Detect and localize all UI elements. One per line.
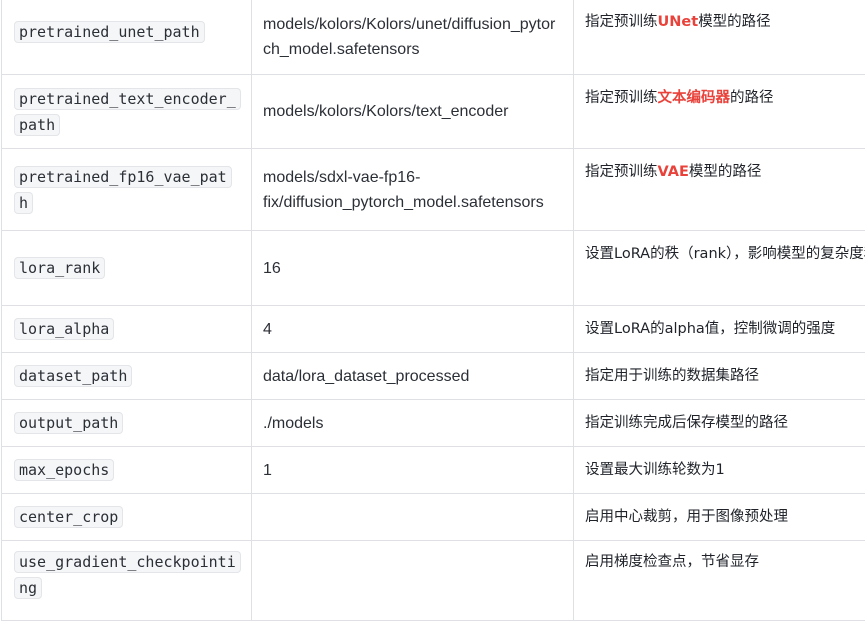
description-text: 模型的路径 — [698, 14, 771, 30]
description-text: 模型的路径 — [689, 164, 762, 180]
description-cell: 启用中心裁剪，用于图像预处理 — [574, 494, 865, 541]
param-value: 1 — [263, 462, 272, 479]
description-cell: 指定用于训练的数据集路径 — [574, 353, 865, 400]
description-text: 指定预训练 — [585, 164, 658, 180]
description-text: 启用中心裁剪，用于图像预处理 — [585, 509, 788, 525]
value-cell: 16 — [252, 231, 574, 306]
value-cell: data/lora_dataset_processed — [252, 353, 574, 400]
table-row: lora_alpha 4 设置LoRA的alpha值，控制微调的强度 — [2, 306, 865, 353]
description-text: 设置LoRA的秩（rank），影响模型的复杂度和性能 — [585, 241, 865, 268]
param-name: use_gradient_checkpointing — [14, 551, 241, 599]
param-value: data/lora_dataset_processed — [263, 368, 469, 385]
param-name: lora_alpha — [14, 318, 114, 340]
param-name: pretrained_text_encoder_path — [14, 88, 241, 136]
description-text: 指定用于训练的数据集路径 — [585, 368, 759, 384]
param-value: 4 — [263, 321, 272, 338]
value-cell — [252, 494, 574, 541]
value-cell: models/kolors/Kolors/unet/diffusion_pyto… — [252, 0, 574, 75]
param-cell: output_path — [2, 400, 252, 447]
param-value: models/kolors/Kolors/text_encoder — [263, 103, 508, 120]
description-cell: 指定预训练UNet模型的路径 — [574, 0, 865, 75]
table-row: dataset_path data/lora_dataset_processed… — [2, 353, 865, 400]
value-cell — [252, 541, 574, 621]
description-cell: 启用梯度检查点，节省显存 — [574, 541, 865, 621]
param-cell: max_epochs — [2, 447, 252, 494]
param-cell: pretrained_unet_path — [2, 0, 252, 75]
description-text: 设置LoRA的alpha值，控制微调的强度 — [585, 321, 835, 337]
param-cell: center_crop — [2, 494, 252, 541]
description-cell: 指定预训练文本编码器的路径 — [574, 75, 865, 149]
description-cell: 设置LoRA的alpha值，控制微调的强度 — [574, 306, 865, 353]
table-row: lora_rank 16 设置LoRA的秩（rank），影响模型的复杂度和性能 — [2, 231, 865, 306]
description-text: 指定预训练 — [585, 90, 658, 106]
param-name: pretrained_unet_path — [14, 21, 205, 43]
description-text: 启用梯度检查点，节省显存 — [585, 554, 759, 570]
value-cell: ./models — [252, 400, 574, 447]
description-highlight: VAE — [658, 164, 689, 180]
param-cell: pretrained_text_encoder_path — [2, 75, 252, 149]
param-name: lora_rank — [14, 257, 105, 279]
table-row: pretrained_unet_path models/kolors/Kolor… — [2, 0, 865, 75]
param-cell: use_gradient_checkpointing — [2, 541, 252, 621]
param-cell: pretrained_fp16_vae_path — [2, 149, 252, 231]
value-cell: 1 — [252, 447, 574, 494]
description-cell: 设置LoRA的秩（rank），影响模型的复杂度和性能 — [574, 231, 865, 306]
param-cell: lora_alpha — [2, 306, 252, 353]
param-cell: dataset_path — [2, 353, 252, 400]
description-highlight: UNet — [658, 14, 699, 30]
param-name: output_path — [14, 412, 123, 434]
parameter-table: pretrained_unet_path models/kolors/Kolor… — [1, 0, 865, 621]
table-row: output_path ./models 指定训练完成后保存模型的路径 — [2, 400, 865, 447]
table-row: max_epochs 1 设置最大训练轮数为1 — [2, 447, 865, 494]
description-text: 指定训练完成后保存模型的路径 — [585, 415, 788, 431]
description-text: 的路径 — [730, 90, 774, 106]
param-value: 16 — [263, 260, 281, 277]
param-value: models/sdxl-vae-fp16-fix/diffusion_pytor… — [263, 165, 568, 215]
param-value: models/kolors/Kolors/unet/diffusion_pyto… — [263, 2, 563, 62]
param-cell: lora_rank — [2, 231, 252, 306]
table-row: pretrained_text_encoder_path models/kolo… — [2, 75, 865, 149]
param-name: center_crop — [14, 506, 123, 528]
description-cell: 指定训练完成后保存模型的路径 — [574, 400, 865, 447]
value-cell: models/sdxl-vae-fp16-fix/diffusion_pytor… — [252, 149, 574, 231]
value-cell: 4 — [252, 306, 574, 353]
description-cell: 指定预训练VAE模型的路径 — [574, 149, 865, 231]
param-value: ./models — [263, 415, 323, 432]
param-name: pretrained_fp16_vae_path — [14, 166, 232, 214]
table-row: use_gradient_checkpointing 启用梯度检查点，节省显存 — [2, 541, 865, 621]
table-row: center_crop 启用中心裁剪，用于图像预处理 — [2, 494, 865, 541]
description-text: 设置最大训练轮数为1 — [585, 462, 725, 478]
description-text: 指定预训练 — [585, 14, 658, 30]
value-cell: models/kolors/Kolors/text_encoder — [252, 75, 574, 149]
param-name: max_epochs — [14, 459, 114, 481]
param-name: dataset_path — [14, 365, 132, 387]
description-cell: 设置最大训练轮数为1 — [574, 447, 865, 494]
table-row: pretrained_fp16_vae_path models/sdxl-vae… — [2, 149, 865, 231]
description-highlight: 文本编码器 — [658, 90, 731, 106]
